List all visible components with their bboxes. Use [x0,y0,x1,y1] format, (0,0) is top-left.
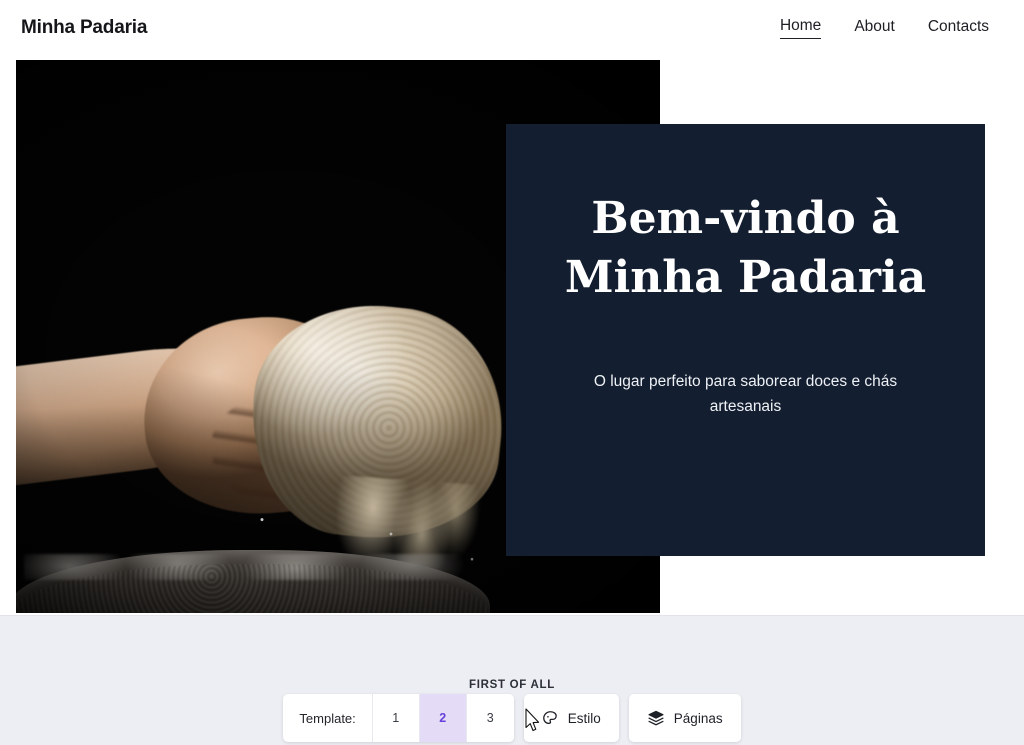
paginas-button-group: Páginas [628,694,741,742]
welcome-title-line-1: Bem-vindo à [591,193,900,244]
main-navigation: Home About Contacts [779,17,1003,39]
website-preview: Minha Padaria Home About Contacts Bem-vi… [0,0,1024,615]
welcome-title: Bem-vindo à Minha Padaria [565,190,926,307]
editor-toolbar: Template: 1 2 3 Estilo Páginas [0,694,1024,742]
template-option-1[interactable]: 1 [372,694,420,742]
estilo-button-label: Estilo [567,710,601,726]
template-option-2[interactable]: 2 [419,694,467,742]
editor-toolbar-area: FIRST OF ALL Template: 1 2 3 Estilo Pági… [0,615,1024,745]
section-label: FIRST OF ALL [469,679,555,691]
welcome-subtitle: O lugar perfeito para saborear doces e c… [593,373,898,416]
template-selector-group: Template: 1 2 3 [283,694,514,742]
template-label: Template: [283,694,373,742]
estilo-button-group: Estilo [523,694,619,742]
nav-link-contacts[interactable]: Contacts [928,18,989,39]
welcome-panel: Bem-vindo à Minha Padaria O lugar perfei… [506,124,985,556]
estilo-button[interactable]: Estilo [523,694,619,742]
site-brand[interactable]: Minha Padaria [21,17,147,39]
template-option-3[interactable]: 3 [466,694,514,742]
nav-link-about[interactable]: About [854,18,895,39]
palette-icon [542,710,559,727]
photo-stone-bowl [16,550,490,613]
nav-link-home[interactable]: Home [779,17,822,39]
layers-icon [647,709,665,727]
site-header: Minha Padaria Home About Contacts [0,0,1024,56]
paginas-button-label: Páginas [673,710,723,726]
welcome-title-line-2: Minha Padaria [564,251,927,303]
paginas-button[interactable]: Páginas [628,694,741,742]
